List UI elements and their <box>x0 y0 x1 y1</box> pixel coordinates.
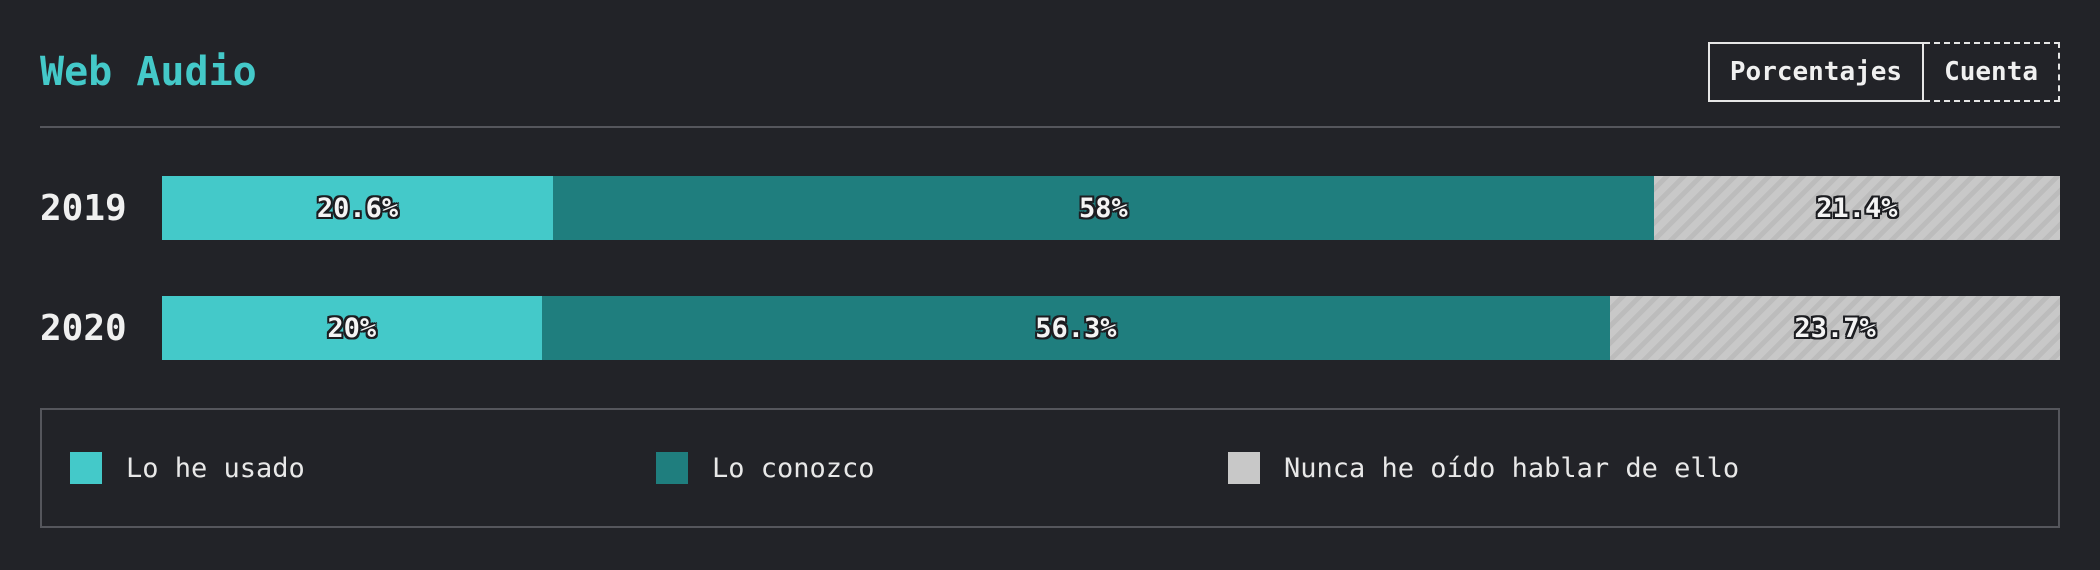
bar-segment-used-2019[interactable]: 20.6% <box>162 176 553 240</box>
legend-item-never[interactable]: Nunca he oído hablar de ello <box>1228 410 1739 526</box>
stacked-bar-2020: 20% 56.3% 23.7% <box>162 296 2060 360</box>
unit-toggle: Porcentajes Cuenta <box>1707 42 2060 102</box>
legend-label-used: Lo he usado <box>126 452 305 484</box>
count-button[interactable]: Cuenta <box>1924 42 2060 102</box>
bar-segment-used-2020[interactable]: 20% <box>162 296 542 360</box>
legend-label-heard: Lo conozco <box>712 452 875 484</box>
data-label-heard-2020: 56.3% <box>1035 312 1117 344</box>
bar-segment-never-2020[interactable]: 23.7% <box>1610 296 2060 360</box>
title-divider <box>40 126 2060 128</box>
legend-label-never: Nunca he oído hablar de ello <box>1284 452 1740 484</box>
bar-row-2020: 2020 20% 56.3% 23.7% <box>40 296 2060 360</box>
data-label-used-2019: 20.6% <box>316 192 399 224</box>
chart-title: Web Audio <box>40 49 257 95</box>
data-label-never-2019: 21.4% <box>1816 192 1898 224</box>
data-label-used-2020: 20% <box>327 312 377 344</box>
legend-swatch-heard <box>656 452 688 484</box>
legend-swatch-used <box>70 452 102 484</box>
data-label-never-2020: 23.7% <box>1794 312 1876 344</box>
legend-item-used[interactable]: Lo he usado <box>70 410 305 526</box>
category-label-2020: 2020 <box>40 307 127 349</box>
bar-segment-never-2019[interactable]: 21.4% <box>1653 176 2060 240</box>
bar-row-2019: 2019 20.6% 58% 21.4% <box>40 176 2060 240</box>
data-label-heard-2019: 58% <box>1079 192 1128 224</box>
legend: Lo he usado Lo conozco Nunca he oído hab… <box>40 408 2060 528</box>
bar-segment-heard-2019[interactable]: 58% <box>552 176 1654 240</box>
bar-segment-heard-2020[interactable]: 56.3% <box>541 296 1611 360</box>
category-label-2019: 2019 <box>40 187 127 229</box>
legend-swatch-never <box>1228 452 1260 484</box>
legend-item-heard[interactable]: Lo conozco <box>656 410 875 526</box>
stacked-bar-2019: 20.6% 58% 21.4% <box>162 176 2060 240</box>
percentages-button[interactable]: Porcentajes <box>1707 42 1925 102</box>
